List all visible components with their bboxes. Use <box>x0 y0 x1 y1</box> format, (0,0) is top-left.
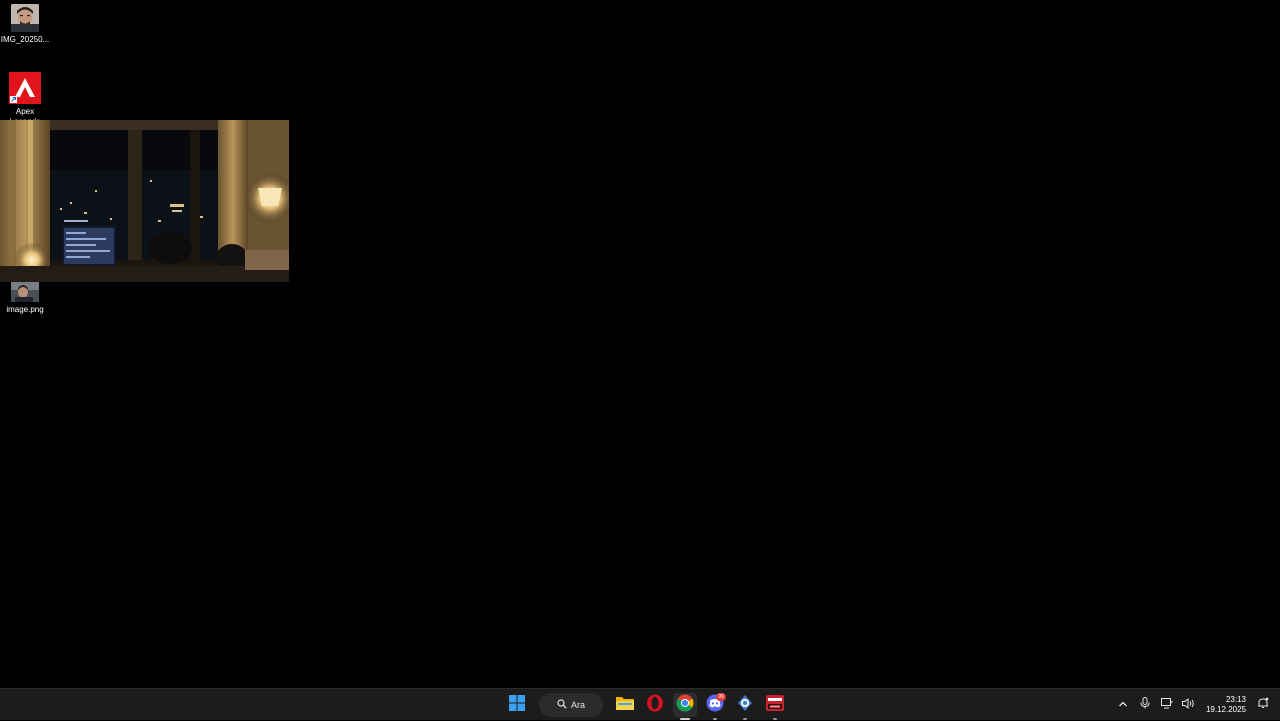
desktop-icon-img[interactable]: IMG_20250... <box>0 4 50 45</box>
speaker-icon <box>1182 696 1195 714</box>
network-button[interactable] <box>1156 694 1178 716</box>
apex-legends-icon <box>9 72 41 104</box>
photo-portrait-icon <box>11 4 39 32</box>
microphone-icon <box>1140 696 1150 714</box>
taskbar-clock[interactable]: 23:13 19.12.2025 <box>1206 695 1246 715</box>
gear-app-icon <box>736 694 754 717</box>
show-hidden-icons-button[interactable] <box>1112 694 1134 716</box>
chevron-up-icon <box>1118 696 1128 714</box>
photo-preview <box>0 120 289 282</box>
taskbar-app-game[interactable] <box>763 693 787 720</box>
notifications-button[interactable] <box>1252 694 1274 716</box>
taskbar-app-file-explorer[interactable] <box>613 693 637 717</box>
clock-date: 19.12.2025 <box>1205 705 1246 714</box>
microphone-button[interactable] <box>1134 694 1156 716</box>
opera-icon <box>646 694 664 717</box>
chrome-icon <box>676 694 694 717</box>
start-button[interactable] <box>505 693 529 717</box>
taskbar-app-gear[interactable] <box>733 693 757 720</box>
search-label: Ara <box>570 700 585 710</box>
game-app-icon <box>766 694 784 716</box>
taskbar-app-opera[interactable] <box>643 693 667 717</box>
taskbar-search-button[interactable]: Ara <box>539 693 603 717</box>
clock-time: 23:13 <box>1225 695 1246 704</box>
desktop-icon-label: IMG_20250... <box>0 35 50 44</box>
bell-icon <box>1257 696 1269 714</box>
network-icon <box>1160 696 1173 714</box>
search-icon <box>557 696 567 714</box>
desktop-icon-apex-legends[interactable]: Apex Legends <box>0 72 50 127</box>
notification-badge: 99 <box>716 693 726 701</box>
room-night-photo <box>0 120 289 282</box>
image-file-icon <box>11 282 39 302</box>
desktop[interactable]: IMG_20250... Apex Legends <box>0 0 1280 688</box>
desktop-icon-label: image.png <box>6 305 44 314</box>
folder-icon <box>616 695 634 715</box>
windows-start-icon <box>509 694 525 716</box>
taskbar: Ara 99 23:13 19.12.2025 <box>0 688 1280 720</box>
taskbar-apps: Ara 99 <box>505 689 787 721</box>
taskbar-app-chrome[interactable] <box>673 693 697 720</box>
volume-button[interactable] <box>1178 694 1200 716</box>
taskbar-app-discord[interactable]: 99 <box>703 693 727 720</box>
system-tray: 23:13 19.12.2025 <box>1112 689 1280 721</box>
desktop-icon-image-png[interactable]: image.png <box>0 282 50 315</box>
